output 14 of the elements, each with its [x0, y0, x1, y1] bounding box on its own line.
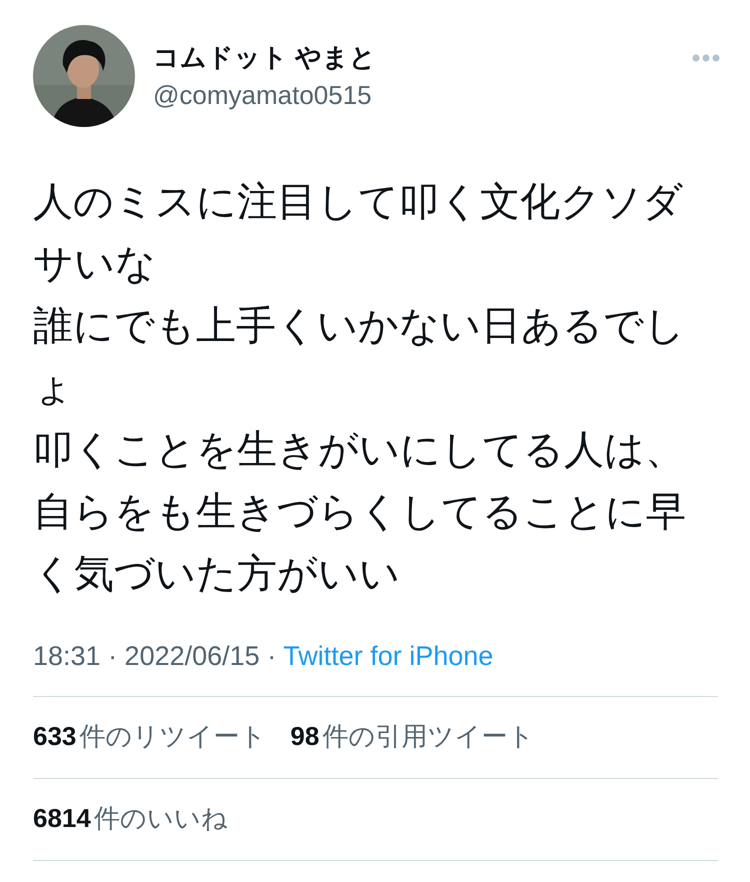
more-icon[interactable] — [692, 54, 720, 62]
stat-count[interactable]: 633 — [33, 721, 76, 751]
stat-label[interactable]: 件のリツイート — [79, 721, 266, 751]
stat-count[interactable]: 6814 — [33, 803, 91, 833]
tweet-text: 叩くことを生きがいにしてる人は、 — [33, 427, 686, 474]
tweet-text: 自らをも生きづらくしてることに早く気づいた方がいい — [33, 489, 687, 598]
stat-count[interactable]: 98 — [290, 721, 320, 751]
timestamp: 18:31 · 2022/06/15 · — [33, 641, 276, 671]
stat-label[interactable]: 件の引用ツイート — [322, 721, 534, 751]
tweet-text: 誰にでも上手くいかない日あるでしょ — [33, 303, 686, 412]
stat-label[interactable]: 件のいいね — [94, 803, 228, 833]
author-name[interactable]: コムドット やまと — [153, 40, 692, 74]
author-handle[interactable]: @comyamato0515 — [153, 78, 692, 112]
tweet-text: 人のミスに注目して叩く文化クソダサいな — [33, 179, 684, 288]
